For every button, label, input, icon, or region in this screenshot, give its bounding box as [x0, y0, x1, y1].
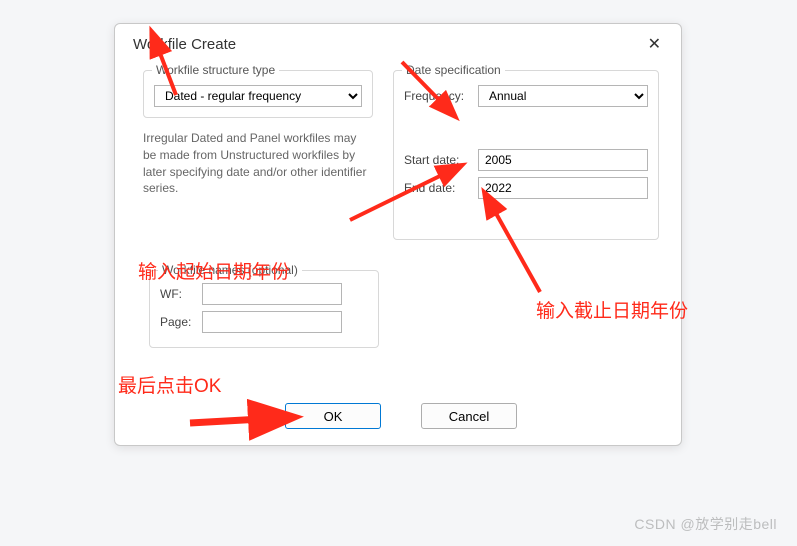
wf-input[interactable] — [202, 283, 342, 305]
end-date-label: End date: — [404, 181, 472, 195]
frequency-label: Frequency: — [404, 89, 472, 103]
close-icon[interactable]: ✕ — [642, 32, 667, 56]
frequency-row: Frequency: Annual — [404, 85, 648, 107]
page-label: Page: — [160, 315, 196, 329]
start-date-input[interactable] — [478, 149, 648, 171]
watermark: CSDN @放学别走bell — [634, 514, 777, 534]
start-date-label: Start date: — [404, 153, 472, 167]
main-columns: Workfile structure type Dated - regular … — [143, 70, 659, 252]
date-specification-group: Date specification Frequency: Annual Sta… — [393, 70, 659, 240]
wf-row: WF: — [160, 283, 368, 305]
titlebar: Workfile Create ✕ — [115, 24, 681, 62]
cancel-button[interactable]: Cancel — [421, 403, 517, 429]
names-legend: Workfile names (optional) — [158, 263, 302, 277]
frequency-select[interactable]: Annual — [478, 85, 648, 107]
dialog-title: Workfile Create — [133, 36, 236, 53]
workfile-create-dialog: Workfile Create ✕ Workfile structure typ… — [114, 23, 682, 446]
page-input[interactable] — [202, 311, 342, 333]
left-column: Workfile structure type Dated - regular … — [143, 70, 373, 252]
start-date-row: Start date: — [404, 149, 648, 171]
date-spec-legend: Date specification — [402, 63, 505, 77]
end-date-row: End date: — [404, 177, 648, 199]
structure-type-group: Workfile structure type Dated - regular … — [143, 70, 373, 118]
button-row: OK Cancel — [143, 403, 659, 435]
wf-label: WF: — [160, 287, 196, 301]
structure-helper-text: Irregular Dated and Panel workfiles may … — [143, 130, 373, 197]
structure-type-legend: Workfile structure type — [152, 63, 279, 77]
workfile-names-group: Workfile names (optional) WF: Page: — [149, 270, 379, 348]
structure-type-select[interactable]: Dated - regular frequency — [154, 85, 362, 107]
ok-button[interactable]: OK — [285, 403, 381, 429]
right-column: Date specification Frequency: Annual Sta… — [393, 70, 659, 252]
dialog-body: Workfile structure type Dated - regular … — [115, 62, 681, 447]
page-row: Page: — [160, 311, 368, 333]
end-date-input[interactable] — [478, 177, 648, 199]
